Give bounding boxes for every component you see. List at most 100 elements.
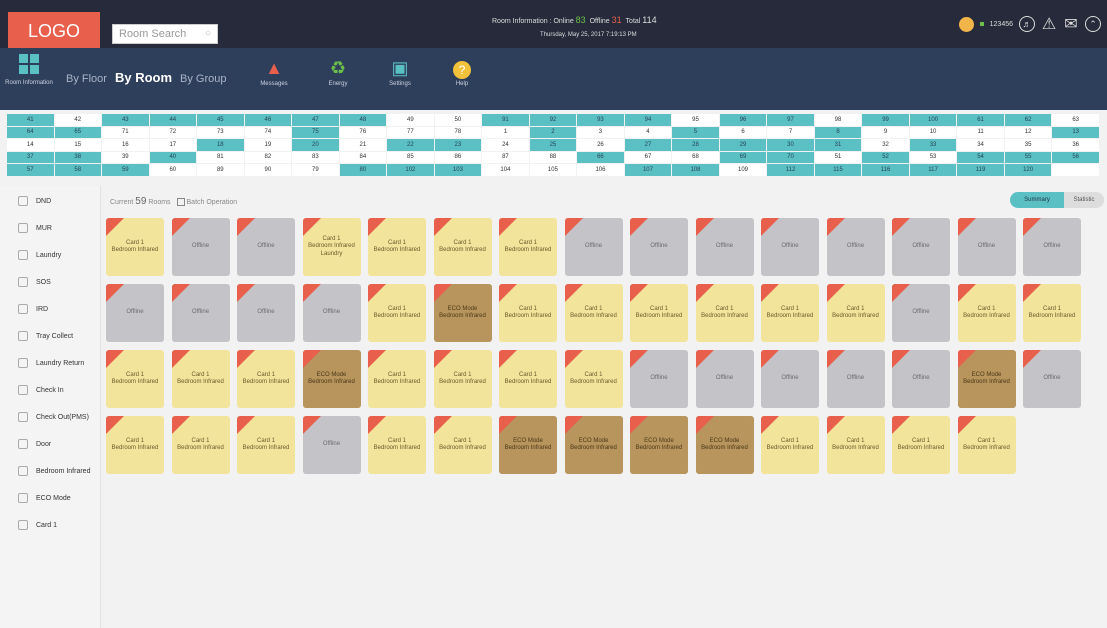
room-tile[interactable]: ECO Mode Bedroom Infrared: [630, 416, 688, 474]
room-number-cell[interactable]: 37: [6, 150, 55, 164]
room-tile[interactable]: Offline: [761, 218, 819, 276]
mail-icon[interactable]: ✉: [1063, 16, 1079, 33]
room-tile[interactable]: Card 1 Bedroom Infrared: [433, 218, 492, 276]
room-number-cell[interactable]: 75: [291, 125, 340, 139]
room-number-cell[interactable]: 3: [576, 125, 625, 139]
room-number-cell[interactable]: 102: [386, 163, 435, 177]
room-tile[interactable]: Card 1 Bedroom Infrared: [368, 350, 426, 408]
legend-item[interactable]: Door: [18, 439, 51, 449]
room-number-cell[interactable]: 42: [53, 113, 103, 127]
room-number-cell[interactable]: 31: [813, 138, 863, 152]
room-number-cell[interactable]: 80: [338, 163, 388, 177]
room-tile[interactable]: Card 1 Bedroom Infrared: [892, 416, 950, 474]
legend-item[interactable]: Tray Collect: [18, 331, 73, 341]
room-tile[interactable]: Card 1 Bedroom Infrared: [499, 350, 557, 408]
room-number-cell[interactable]: 119: [956, 163, 1005, 177]
tab-by-floor[interactable]: By Floor: [66, 73, 107, 85]
room-number-cell[interactable]: 48: [338, 113, 388, 127]
room-number-cell[interactable]: 81: [196, 150, 245, 164]
nav-settings[interactable]: ▣ Settings: [382, 58, 418, 87]
room-tile[interactable]: Card 1 Bedroom Infrared: [106, 350, 164, 408]
room-number-cell[interactable]: 23: [433, 138, 483, 152]
room-tile[interactable]: Offline: [302, 416, 361, 474]
batch-operation-checkbox[interactable]: [176, 198, 185, 207]
room-number-cell[interactable]: 76: [338, 125, 388, 139]
room-number-cell[interactable]: 6: [718, 125, 768, 139]
room-tile[interactable]: ECO Mode Bedroom Infrared: [695, 416, 754, 474]
room-number-cell[interactable]: 79: [291, 163, 340, 177]
room-tile[interactable]: Card 1 Bedroom Infrared: [368, 416, 426, 474]
room-tile[interactable]: Card 1 Bedroom Infrared: [237, 416, 295, 474]
room-number-cell[interactable]: 85: [386, 150, 435, 164]
statistic-button[interactable]: Statistic: [1064, 192, 1104, 208]
room-number-cell[interactable]: 117: [908, 163, 958, 177]
room-number-cell[interactable]: 24: [481, 138, 530, 152]
room-tile[interactable]: Card 1 Bedroom Infrared: [499, 284, 557, 342]
room-number-cell[interactable]: 25: [528, 138, 578, 152]
room-tile[interactable]: Card 1 Bedroom Infrared Laundry: [302, 218, 361, 276]
legend-item[interactable]: Card 1: [18, 520, 57, 530]
room-number-cell[interactable]: 52: [861, 150, 910, 164]
room-number-cell[interactable]: 13: [1051, 125, 1100, 139]
room-tile[interactable]: Offline: [106, 284, 164, 342]
room-number-cell[interactable]: 88: [528, 150, 578, 164]
room-number-cell[interactable]: 32: [861, 138, 910, 152]
legend-item[interactable]: DND: [18, 196, 51, 206]
room-tile[interactable]: Offline: [1023, 350, 1081, 408]
room-number-cell[interactable]: 67: [623, 150, 673, 164]
nav-help[interactable]: ? Help: [444, 58, 480, 87]
room-number-cell[interactable]: 43: [101, 113, 150, 127]
room-number-cell[interactable]: 40: [148, 150, 198, 164]
room-number-cell[interactable]: 26: [576, 138, 625, 152]
room-tile[interactable]: Offline: [171, 284, 230, 342]
room-number-cell[interactable]: 70: [766, 150, 815, 164]
room-number-cell[interactable]: 44: [148, 113, 198, 127]
room-tile[interactable]: Card 1 Bedroom Infrared: [237, 350, 295, 408]
room-number-cell[interactable]: 95: [671, 113, 720, 127]
room-tile[interactable]: ECO Mode Bedroom Infrared: [302, 350, 361, 408]
mute-icon[interactable]: ♬: [1019, 16, 1035, 32]
room-number-cell[interactable]: 56: [1051, 150, 1100, 164]
room-number-cell[interactable]: 108: [671, 163, 720, 177]
room-number-cell[interactable]: 30: [766, 138, 815, 152]
room-tile[interactable]: Offline: [237, 284, 295, 342]
room-number-cell[interactable]: 83: [291, 150, 340, 164]
room-number-cell[interactable]: 120: [1003, 163, 1053, 177]
room-number-cell[interactable]: 28: [671, 138, 720, 152]
room-number-cell[interactable]: 46: [243, 113, 293, 127]
room-number-cell[interactable]: 27: [623, 138, 673, 152]
room-tile[interactable]: Card 1 Bedroom Infrared: [368, 284, 426, 342]
room-number-cell[interactable]: 103: [433, 163, 483, 177]
room-number-cell[interactable]: 53: [908, 150, 958, 164]
room-number-cell[interactable]: 38: [53, 150, 103, 164]
room-number-cell[interactable]: 64: [6, 125, 55, 139]
room-number-cell[interactable]: 2: [528, 125, 578, 139]
room-number-cell[interactable]: 98: [813, 113, 863, 127]
room-tile[interactable]: Offline: [171, 218, 230, 276]
tab-by-room[interactable]: By Room: [115, 70, 172, 85]
legend-item[interactable]: Bedroom Infrared: [18, 466, 90, 476]
room-number-cell[interactable]: 74: [243, 125, 293, 139]
legend-item[interactable]: ECO Mode: [18, 493, 71, 503]
room-tile[interactable]: Card 1 Bedroom Infrared: [957, 284, 1016, 342]
room-tile[interactable]: Offline: [630, 350, 688, 408]
room-number-cell[interactable]: 45: [196, 113, 245, 127]
room-tile[interactable]: ECO Mode Bedroom Infrared: [499, 416, 557, 474]
room-tile[interactable]: ECO Mode Bedroom Infrared: [564, 416, 623, 474]
room-tile[interactable]: Card 1 Bedroom Infrared: [564, 350, 623, 408]
room-tile[interactable]: Card 1 Bedroom Infrared: [826, 284, 885, 342]
nav-energy[interactable]: ♻ Energy: [320, 58, 356, 87]
room-number-cell[interactable]: 1: [481, 125, 530, 139]
search-icon[interactable]: ○: [205, 28, 211, 39]
legend-item[interactable]: Check In: [18, 385, 64, 395]
room-tile[interactable]: Offline: [826, 350, 885, 408]
room-tile[interactable]: Card 1 Bedroom Infrared: [957, 416, 1016, 474]
room-number-cell[interactable]: 58: [53, 163, 103, 177]
room-number-cell[interactable]: 62: [1003, 113, 1053, 127]
room-tile[interactable]: Offline: [826, 218, 885, 276]
room-number-cell[interactable]: 105: [528, 163, 578, 177]
room-number-cell[interactable]: 22: [386, 138, 435, 152]
room-number-cell[interactable]: 41: [6, 113, 55, 127]
room-number-cell[interactable]: 34: [956, 138, 1005, 152]
room-number-cell[interactable]: 87: [481, 150, 530, 164]
